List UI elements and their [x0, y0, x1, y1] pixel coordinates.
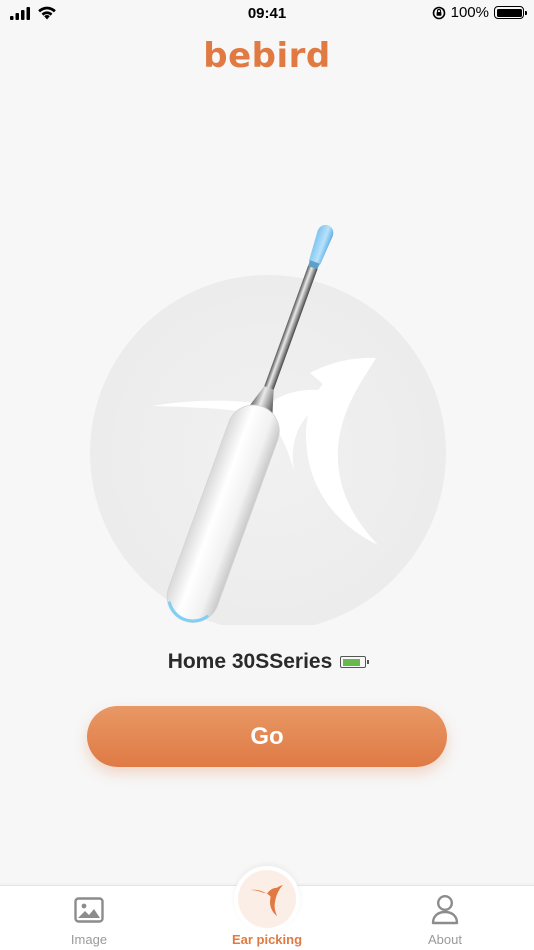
go-button[interactable]: Go [87, 706, 447, 767]
person-icon [431, 894, 459, 925]
tab-bar: Image Ear picking About [0, 866, 534, 950]
tab-image-label: Image [70, 932, 108, 947]
device-info: Home 30SSeries [0, 650, 534, 674]
device-tip [307, 224, 334, 272]
device-name: Home 30SSeries [167, 650, 333, 673]
ear-tab-highlight [238, 870, 296, 928]
tab-ear-picking[interactable]: Ear picking [202, 866, 332, 950]
image-icon [74, 897, 104, 923]
battery-icon [494, 6, 527, 19]
device-battery-fill [342, 658, 360, 666]
tab-image[interactable]: Image [24, 886, 154, 950]
bird-logo-icon [250, 885, 283, 916]
tab-ear-picking-label: Ear picking [231, 932, 303, 947]
tab-about-label: About [428, 932, 462, 947]
device-battery-icon [340, 656, 370, 668]
orientation-lock-icon [432, 6, 445, 19]
battery-percent: 100% [450, 4, 489, 21]
status-right: 100% [432, 4, 527, 21]
tab-about[interactable]: About [380, 886, 510, 950]
status-bar: 09:41 100% [0, 0, 534, 28]
brand-logo: bebird [203, 36, 331, 76]
device-illustration [90, 224, 446, 625]
